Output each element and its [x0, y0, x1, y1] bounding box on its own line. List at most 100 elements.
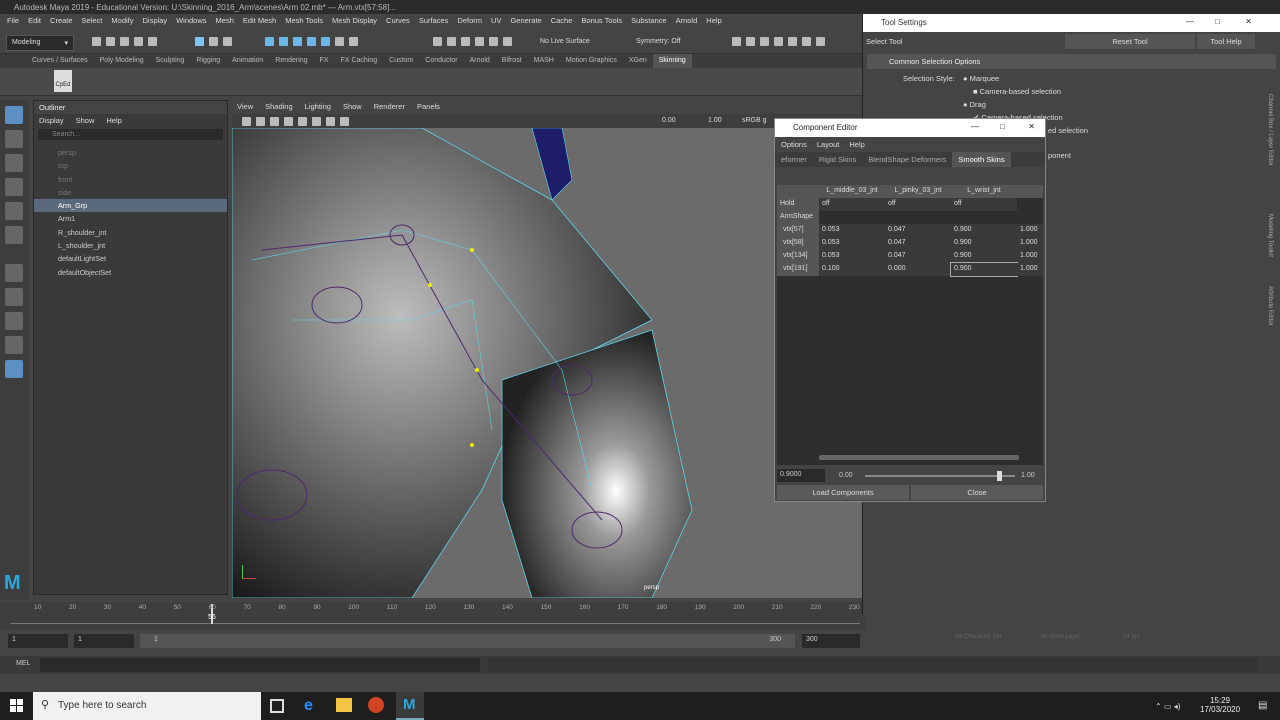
menu-mesh-display[interactable]: Mesh Display — [332, 16, 377, 28]
symmetry-dropdown[interactable]: Symmetry: Off — [636, 38, 681, 45]
menu-create[interactable]: Create — [50, 16, 73, 28]
single-pane-icon[interactable] — [5, 288, 23, 306]
shelf-tab-skinning[interactable]: Skinning — [652, 54, 692, 68]
redo-icon[interactable] — [148, 37, 157, 46]
menu-windows[interactable]: Windows — [176, 16, 206, 28]
shelf-tab-fx-caching[interactable]: FX Caching — [335, 54, 384, 68]
magnet-6-icon[interactable] — [503, 37, 512, 46]
tab-blendshape-deformers[interactable]: BlendShape Deformers — [862, 152, 952, 167]
ce-menu-help[interactable]: Help — [849, 140, 864, 149]
menu-uv[interactable]: UV — [491, 16, 501, 28]
weight-cell[interactable]: 0.047 — [885, 224, 951, 237]
outliner-item-default-light-set[interactable]: defaultLightSet — [34, 252, 227, 265]
close-button[interactable]: Close — [911, 485, 1043, 500]
four-pane-icon[interactable] — [5, 312, 23, 330]
start-range-field[interactable]: 1 — [74, 634, 134, 648]
shelf-tab-rigging[interactable]: Rigging — [190, 54, 226, 68]
menu-mesh-tools[interactable]: Mesh Tools — [285, 16, 323, 28]
menu-modify[interactable]: Modify — [111, 16, 133, 28]
outliner-item-default-object-set[interactable]: defaultObjectSet — [34, 266, 227, 279]
open-scene-icon[interactable] — [106, 37, 115, 46]
task-view-icon[interactable] — [270, 699, 284, 713]
save-scene-icon[interactable] — [120, 37, 129, 46]
viewport-3d[interactable]: persp — [232, 100, 862, 598]
row-label[interactable]: vtx[57] — [777, 224, 819, 237]
outliner-item-side[interactable]: side — [34, 186, 227, 199]
shelf-tab-fx[interactable]: FX — [314, 54, 335, 68]
ipr-icon[interactable] — [760, 37, 769, 46]
shelf-tab-poly-modeling[interactable]: Poly Modeling — [94, 54, 150, 68]
menu-file[interactable]: File — [7, 16, 19, 28]
select-tool-icon[interactable] — [5, 106, 23, 124]
minimize-icon[interactable]: — — [971, 122, 979, 131]
render-frame-icon[interactable] — [732, 37, 741, 46]
weight-value-field[interactable]: 0.9000 — [777, 469, 825, 482]
wireframe-icon[interactable] — [298, 117, 307, 126]
tab-deformer[interactable]: eformer — [775, 152, 813, 167]
construction-history-icon[interactable] — [433, 37, 442, 46]
column-header[interactable]: L_middle_03_jnt — [819, 185, 885, 198]
menu-bonus-tools[interactable]: Bonus Tools — [581, 16, 622, 28]
exposure-field[interactable]: 0.00 — [662, 117, 676, 124]
weight-cell[interactable]: 0.047 — [885, 250, 951, 263]
weight-cell-selected[interactable]: 0.900 — [950, 262, 1018, 277]
row-label[interactable]: vtx[191] — [777, 263, 819, 276]
bookmark-icon[interactable] — [256, 117, 265, 126]
outliner-item-front[interactable]: front — [34, 173, 227, 186]
menu-surfaces[interactable]: Surfaces — [419, 16, 449, 28]
column-header[interactable]: L_pinky_03_jnt — [885, 185, 951, 198]
file-explorer-icon[interactable] — [336, 698, 352, 712]
taskbar-search-input[interactable]: ⚲ Type here to search — [33, 692, 261, 720]
side-tab-modeling-toolkit[interactable]: Modeling Toolkit — [1267, 214, 1273, 257]
marquee-radio[interactable]: ● Marquee — [963, 74, 999, 83]
menu-deform[interactable]: Deform — [457, 16, 482, 28]
magnet-icon[interactable] — [349, 37, 358, 46]
time-slider[interactable]: 56 10 20 30 40 50 60 70 80 90 100 110 120 130 140 150 1… — [0, 602, 865, 630]
select-object-icon[interactable] — [209, 37, 218, 46]
shelf-tab-animation[interactable]: Animation — [226, 54, 269, 68]
anim-layer-label[interactable]: No Anim Layer — [1041, 634, 1080, 640]
outliner-item-persp[interactable]: persp — [34, 146, 227, 159]
grid-icon[interactable] — [284, 117, 293, 126]
menu-edit-mesh[interactable]: Edit Mesh — [243, 16, 276, 28]
powerpoint-icon[interactable] — [368, 697, 384, 713]
ce-menu-options[interactable]: Options — [781, 140, 807, 149]
render-settings-icon[interactable] — [774, 37, 783, 46]
close-icon[interactable]: ✕ — [1245, 17, 1252, 26]
outliner-layout-icon[interactable] — [5, 360, 23, 378]
menu-mesh[interactable]: Mesh — [216, 16, 234, 28]
vp-menu-renderer[interactable]: Renderer — [374, 102, 405, 112]
weight-cell[interactable]: 0.900 — [951, 224, 1017, 237]
weight-cell[interactable]: 0.900 — [951, 250, 1017, 263]
shelf-tab-custom[interactable]: Custom — [383, 54, 419, 68]
hold-value[interactable]: off — [951, 198, 1017, 211]
shelf-tab-motion-graphics[interactable]: Motion Graphics — [560, 54, 623, 68]
smooth-shade-icon[interactable] — [312, 117, 321, 126]
magnet-2-icon[interactable] — [447, 37, 456, 46]
outliner-search-input[interactable]: Search... — [38, 129, 223, 140]
outliner-item-r-shoulder[interactable]: R_shoulder_jnt — [34, 226, 227, 239]
common-selection-section[interactable]: Common Selection Options — [867, 54, 1276, 69]
snap-curve-icon[interactable] — [279, 37, 288, 46]
mel-label[interactable]: MEL — [16, 660, 30, 667]
outliner-menu-display[interactable]: Display — [39, 116, 64, 125]
magnet-4-icon[interactable] — [475, 37, 484, 46]
char-set-label[interactable]: No Character Set — [955, 634, 1001, 640]
clock[interactable]: 15:29 17/03/2020 — [1200, 696, 1240, 714]
arnold-render-icon[interactable] — [802, 37, 811, 46]
magnet-3-icon[interactable] — [461, 37, 470, 46]
side-tab-channel-box[interactable]: Channel Box / Layer Editor — [1267, 94, 1273, 166]
last-tool-icon[interactable] — [5, 264, 23, 282]
lights-icon[interactable] — [340, 117, 349, 126]
reset-tool-button[interactable]: Reset Tool — [1065, 34, 1195, 49]
drag-radio[interactable]: ● Drag — [963, 100, 986, 109]
shelf-tab-arnold[interactable]: Arnold — [464, 54, 496, 68]
side-tab-attribute-editor[interactable]: Attribute Editor — [1267, 286, 1273, 326]
vp-menu-view[interactable]: View — [237, 102, 253, 112]
shelf-tab-curves-surfaces[interactable]: Curves / Surfaces — [26, 54, 94, 68]
notifications-icon[interactable]: ▤ — [1258, 700, 1267, 711]
two-pane-icon[interactable] — [5, 336, 23, 354]
end-range-field[interactable]: 300 — [802, 634, 860, 648]
column-header[interactable]: L_wrist_jnt — [951, 185, 1017, 198]
undo-icon[interactable] — [134, 37, 143, 46]
